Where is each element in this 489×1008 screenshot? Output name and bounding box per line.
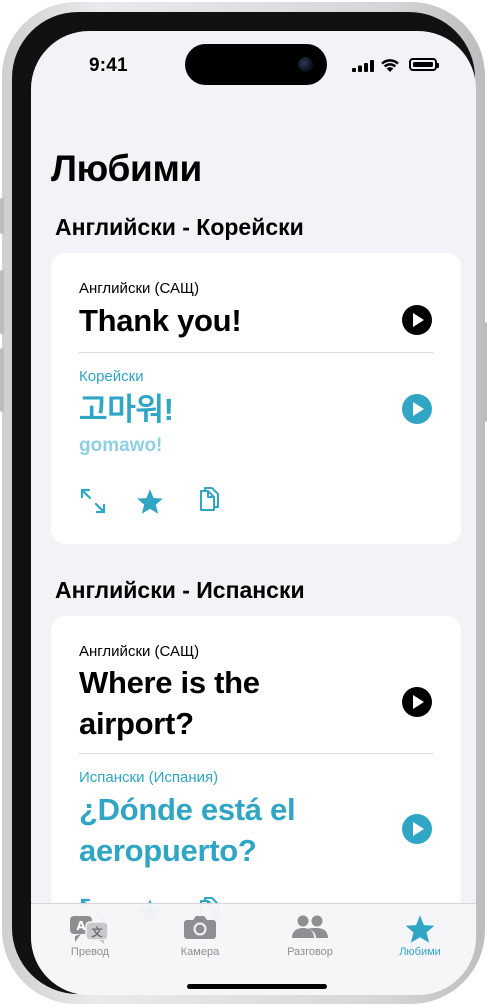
- section-heading-spanish: Английски - Испански: [55, 577, 305, 603]
- play-source-button[interactable]: [402, 687, 432, 717]
- star-icon: [405, 915, 435, 943]
- favorite-card-korean[interactable]: Английски (САЩ) Thank you! Корейски 고마워!…: [51, 253, 461, 544]
- source-language-label: Английски (САЩ): [79, 280, 200, 297]
- section-heading-korean: Английски - Корейски: [55, 214, 304, 240]
- target-phrase-line-2: aeropuerto?: [79, 833, 257, 868]
- tab-translate[interactable]: A 文 Превод: [35, 904, 145, 964]
- play-source-button[interactable]: [402, 305, 432, 335]
- source-phrase-line-2: airport?: [79, 706, 194, 741]
- cellular-signal-icon: [352, 60, 374, 72]
- front-camera: [298, 57, 313, 72]
- people-icon: [292, 915, 328, 938]
- target-language-label: Корейски: [79, 368, 144, 385]
- divider: [79, 352, 433, 353]
- phone-frame: 9:41 Любими Английски - Корейски Английс…: [0, 2, 487, 1004]
- target-phrase: 고마워!: [79, 392, 174, 427]
- copy-icon[interactable]: [196, 486, 222, 516]
- tab-label: Превод: [70, 946, 110, 958]
- svg-text:文: 文: [92, 925, 104, 939]
- screen: 9:41 Любими Английски - Корейски Английс…: [31, 31, 476, 995]
- play-target-button[interactable]: [402, 394, 432, 424]
- transliteration: gomawo!: [79, 435, 163, 456]
- page-title: Любими: [51, 148, 202, 189]
- tab-label: Разговор: [287, 946, 333, 958]
- tab-conversation[interactable]: Разговор: [255, 904, 365, 964]
- expand-icon[interactable]: [80, 488, 106, 514]
- wifi-icon: [381, 59, 399, 72]
- target-phrase-line-1: ¿Dónde está el: [79, 792, 296, 827]
- tab-label: Камера: [180, 946, 220, 958]
- volume-up-button: [0, 270, 4, 334]
- camera-icon: [184, 916, 216, 939]
- volume-down-button: [0, 348, 4, 412]
- battery-icon: [409, 58, 439, 71]
- play-target-button[interactable]: [402, 814, 432, 844]
- divider: [79, 753, 433, 754]
- svg-text:A: A: [76, 919, 86, 933]
- side-button: [483, 322, 487, 422]
- tab-favorites[interactable]: Любими: [365, 904, 475, 964]
- tab-label: Любими: [399, 946, 441, 958]
- tab-camera[interactable]: Камера: [145, 904, 255, 964]
- source-phrase-line-1: Where is the: [79, 665, 260, 700]
- action-button: [0, 198, 4, 234]
- bezel: 9:41 Любими Английски - Корейски Английс…: [12, 12, 476, 995]
- target-language-label: Испански (Испания): [79, 769, 219, 786]
- favorite-star-icon[interactable]: [136, 488, 164, 515]
- dynamic-island: [185, 44, 327, 85]
- status-time: 9:41: [89, 55, 128, 76]
- home-indicator: [187, 984, 327, 989]
- source-language-label: Английски (САЩ): [79, 643, 200, 660]
- tab-bar: A 文 Превод Камера Разговор Любими: [31, 903, 476, 995]
- source-phrase: Thank you!: [79, 303, 242, 338]
- translate-icon: A 文: [70, 916, 109, 944]
